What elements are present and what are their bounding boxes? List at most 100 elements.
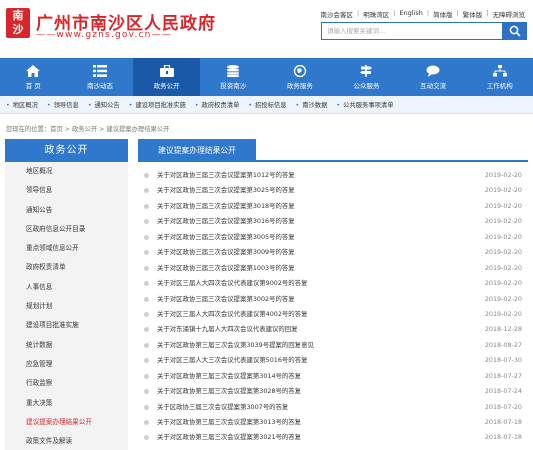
sidebar-item[interactable]: 统计数据 xyxy=(5,336,128,355)
list-item[interactable]: 关于对区政协三届三次会议提案第3018号的答复 2019-02-20 xyxy=(138,199,528,214)
list-item[interactable]: 关于对区政协三届三次会议提案第3002号的答复 2019-02-20 xyxy=(138,292,528,307)
nav-item-label: 政务公开 xyxy=(153,81,180,90)
list-item[interactable]: 关于对区政协三届三次会议提案第3016号的答复 2019-02-20 xyxy=(138,214,528,229)
list-item-title[interactable]: 关于对区政协第三届三次会议提案第3014号的答复 xyxy=(157,369,301,384)
nav-item[interactable]: 工作机构 xyxy=(466,58,533,96)
article-list: 关于对区政协三届三次会议提案第1012号的答复 2019-02-20 关于对区政协三… xyxy=(138,168,528,446)
sidebar-item[interactable]: 建设项目批准实施 xyxy=(5,316,128,335)
list-item-date: 2018-07-27 xyxy=(484,371,522,380)
subnav-link[interactable]: 领导信息 xyxy=(47,100,79,109)
tab-proposal-results[interactable]: 建议提案办理结果公开 xyxy=(138,139,256,162)
sidebar-item[interactable]: 政府权责清单 xyxy=(5,258,128,277)
list-item[interactable]: 关于对区政协三届三次会议提案第1003号的答复 2019-02-20 xyxy=(138,261,528,276)
list-item[interactable]: 关于对东涌镇十九届人大四次会议代表建议的回复 2018-12-28 xyxy=(138,322,528,337)
sidebar-item[interactable]: 通知公告 xyxy=(5,201,128,220)
list-item[interactable]: 关于对区三届人大三次会议代表建议第5016号的答复 2018-07-30 xyxy=(138,353,528,368)
list-item[interactable]: 关于区政协三届三次会议提案第3007号的答复 2018-07-20 xyxy=(138,400,528,415)
sidebar-item[interactable]: 应急管理 xyxy=(5,355,128,374)
sidebar-item[interactable]: 重点领域信息公开 xyxy=(5,239,128,258)
list-item[interactable]: 关于对区政协三届三次会议提案第3025号的答复 2019-02-20 xyxy=(138,183,528,198)
list-item-title[interactable]: 关于对东涌镇十九届人大四次会议代表建议的回复 xyxy=(157,322,298,337)
list-item-date: 2019-02-20 xyxy=(484,294,522,303)
search-input[interactable]: 请输入搜索关键词... xyxy=(321,22,503,40)
list-item-title[interactable]: 关于对区政协三届三次会议提案第3016号的答复 xyxy=(157,214,295,229)
top-link-nansha-hall[interactable]: 南沙会客区 xyxy=(321,9,354,19)
top-link-accessibility[interactable]: 无障碍浏览 xyxy=(493,9,526,19)
list-item-title[interactable]: 关于对区政协三届三次会议提案第3005号的答复 xyxy=(157,230,295,245)
list-item[interactable]: 关于对区政协第三届三次会议提案第3021号的答复 2018-07-18 xyxy=(138,430,528,445)
bullet-icon xyxy=(144,281,149,287)
sidebar-item[interactable]: 重大决策 xyxy=(5,394,128,413)
list-item[interactable]: 关于对区政协三届三次会议提案第3005号的答复 2019-02-20 xyxy=(138,230,528,245)
list-item-date: 2018-07-20 xyxy=(484,402,522,411)
bullet-icon xyxy=(144,234,149,240)
nav-item[interactable]: 投资南沙 xyxy=(200,58,267,96)
list-item[interactable]: 关于对区三届人大四次会议代表建议第9002号的答复 2019-02-20 xyxy=(138,276,528,291)
list-item[interactable]: 关于对区政协第三届三次会议提案第3028号的答复 2018-07-24 xyxy=(138,384,528,399)
sidebar-item[interactable]: 地区概况 xyxy=(5,162,128,181)
sidebar-item[interactable]: 规划计划 xyxy=(5,297,128,316)
bullet-icon xyxy=(144,188,149,194)
subnav-link[interactable]: 南沙数据 xyxy=(296,100,327,109)
nav-item-label: 政务服务 xyxy=(286,81,313,90)
subnav-link[interactable]: 建设项目批准实施 xyxy=(129,100,185,109)
nav-item-label: 南沙动态 xyxy=(86,81,113,90)
list-item-title[interactable]: 关于对区政协三届三次会议提案第1012号的答复 xyxy=(157,168,295,183)
nav-item[interactable]: 南沙动态 xyxy=(67,58,134,96)
nav-item[interactable]: 政务服务 xyxy=(267,58,334,96)
subnav-link[interactable]: 地区概况 xyxy=(6,100,38,109)
nav-item[interactable]: 首 页 xyxy=(0,58,67,96)
breadcrumb: 您现在的位置：首页 > 政务公开 > 建议提案办理结果公开 xyxy=(6,126,170,133)
main-nav: 首 页 南沙动态 政务公开 投资南沙 政务服务 公众服务 互动交流 工作机构 xyxy=(0,58,533,96)
list-item-title[interactable]: 关于对区政协第三届三次会议提案第3028号的答复 xyxy=(157,384,301,399)
list-item-date: 2019-02-20 xyxy=(484,232,522,241)
subnav-link[interactable]: 招投标信息 xyxy=(248,100,286,109)
list-item-date: 2019-02-20 xyxy=(484,248,522,257)
nav-item-label: 投资南沙 xyxy=(220,81,247,90)
sidebar-item[interactable]: 政策文件及解读 xyxy=(5,432,128,450)
list-item-title[interactable]: 关于区政协三届三次会议提案第3007号的答复 xyxy=(157,400,288,415)
bullet-icon xyxy=(144,203,149,209)
list-item-date: 2019-02-20 xyxy=(484,263,522,272)
subnav-link[interactable]: 公共服务事项清单 xyxy=(336,100,393,109)
top-link-english[interactable]: English xyxy=(399,9,422,19)
list-item-title[interactable]: 关于对区政协三届三次会议提案第3025号的答复 xyxy=(157,183,295,198)
list-item-title[interactable]: 关于对区政协第三届三次会议第3039号提案的回复意见 xyxy=(157,338,314,353)
nav-item[interactable]: 公众服务 xyxy=(333,58,400,96)
list-item[interactable]: 关于对区政协三届三次会议提案第3009号的答复 2019-02-20 xyxy=(138,245,528,260)
list-item[interactable]: 关于对区政协三届三次会议提案第1012号的答复 2019-02-20 xyxy=(138,168,528,183)
sidebar-item[interactable]: 行政监察 xyxy=(5,374,128,393)
list-item-title[interactable]: 关于对区政协第三届三次会议提案第3013号的答复 xyxy=(157,415,301,430)
top-link-traditional[interactable]: 繁体版 xyxy=(463,9,483,19)
subnav-link[interactable]: 政府权责清单 xyxy=(195,100,240,109)
logo-seal[interactable]: 南沙 xyxy=(6,8,30,38)
nav-item[interactable]: 互动交流 xyxy=(400,58,467,96)
sidebar-item[interactable]: 领导信息 xyxy=(5,181,128,200)
list-item-title[interactable]: 关于对区政协三届三次会议提案第1003号的答复 xyxy=(157,261,295,276)
subnav-link[interactable]: 通知公告 xyxy=(88,100,120,109)
top-link-mingzhu-bay[interactable]: 明珠湾区 xyxy=(363,9,389,19)
search-button[interactable] xyxy=(503,22,527,40)
site-url: ——www.gzns.gov.cn—— xyxy=(36,30,172,40)
list-item-date: 2019-02-20 xyxy=(484,186,522,195)
list-item-title[interactable]: 关于对区政协第三届三次会议提案第3021号的答复 xyxy=(157,430,301,445)
top-link-simplified[interactable]: 简体版 xyxy=(433,9,453,19)
list-item[interactable]: 关于对区政协第三届三次会议提案第3014号的答复 2018-07-27 xyxy=(138,369,528,384)
sub-nav: 地区概况领导信息通知公告建设项目批准实施 政府权责清单招投标信息 南沙数据公共服务事… xyxy=(0,96,533,114)
list-item-title[interactable]: 关于对区三届人大四次会议代表建议第4002号的答复 xyxy=(157,307,307,322)
sidebar-item[interactable]: 区政府信息公开目录 xyxy=(5,220,128,239)
list-item[interactable]: 关于对区政协第三届三次会议第3039号提案的回复意见 2018-08-27 xyxy=(138,338,528,353)
list-item-title[interactable]: 关于对区政协三届三次会议提案第3018号的答复 xyxy=(157,199,295,214)
list-item-title[interactable]: 关于对区三届人大四次会议代表建议第9002号的答复 xyxy=(157,276,307,291)
list-item[interactable]: 关于对区三届人大四次会议代表建议第4002号的答复 2019-02-20 xyxy=(138,307,528,322)
sidebar-item[interactable]: 建议提案办理结果公开 xyxy=(5,413,128,432)
list-item[interactable]: 关于对区政协第三届三次会议提案第3013号的答复 2018-07-18 xyxy=(138,415,528,430)
bullet-icon xyxy=(144,342,149,348)
bullet-icon xyxy=(144,173,149,178)
sidebar-item[interactable]: 人事信息 xyxy=(5,278,128,297)
list-item-title[interactable]: 关于对区政协三届三次会议提案第3009号的答复 xyxy=(157,245,295,260)
nav-item[interactable]: 政务公开 xyxy=(133,58,200,96)
bullet-icon xyxy=(144,265,149,271)
list-item-title[interactable]: 关于对区政协三届三次会议提案第3002号的答复 xyxy=(157,292,295,307)
list-item-title[interactable]: 关于对区三届人大三次会议代表建议第5016号的答复 xyxy=(157,353,307,368)
